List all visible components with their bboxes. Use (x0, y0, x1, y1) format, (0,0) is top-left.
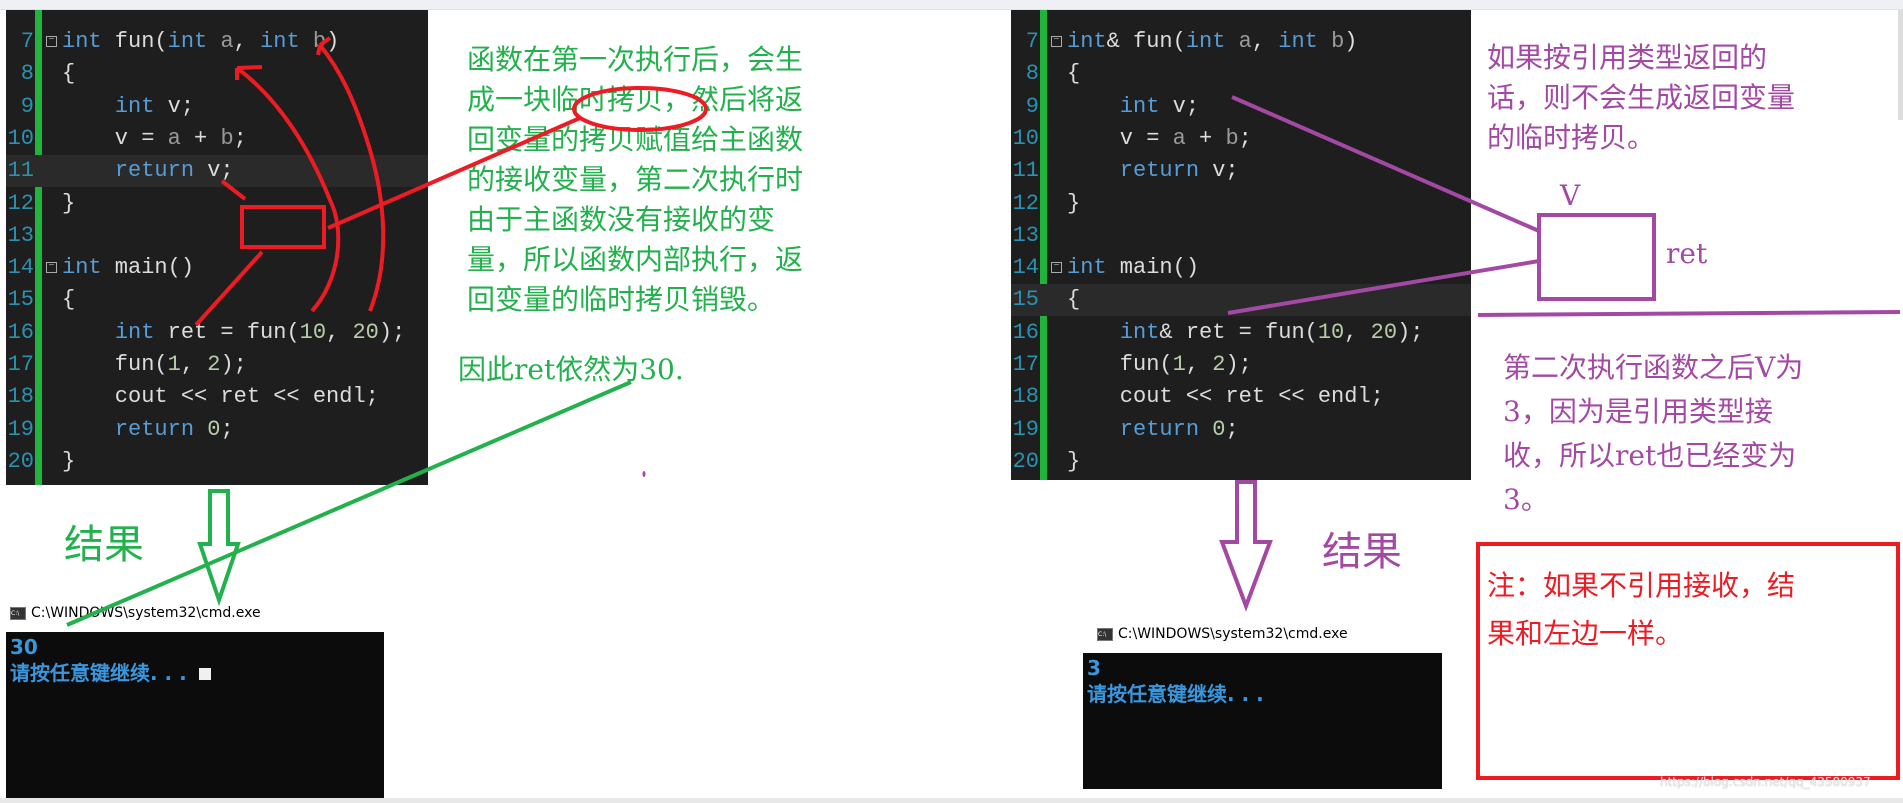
arrow-path-a (235, 66, 341, 313)
temp-copy-box (240, 205, 326, 249)
arrow-path-b (318, 43, 386, 312)
green-annotations (66, 380, 632, 627)
shared-variable-box (1537, 213, 1656, 301)
v-to-box-line (1231, 95, 1540, 233)
stray-dot (642, 471, 646, 477)
temp-copy-ellipse (572, 86, 708, 132)
annotation-layer (66, 36, 1901, 627)
box-to-ret-line (194, 250, 264, 327)
ret-to-box-line (1227, 259, 1540, 315)
red-annotations (194, 36, 708, 327)
divider-line (1477, 310, 1901, 317)
purple-annotations (1219, 95, 1901, 612)
down-arrow-icon (1219, 480, 1273, 612)
return-to-box-line (220, 179, 247, 201)
down-arrow-icon (197, 489, 241, 607)
conclusion-line (66, 380, 632, 627)
